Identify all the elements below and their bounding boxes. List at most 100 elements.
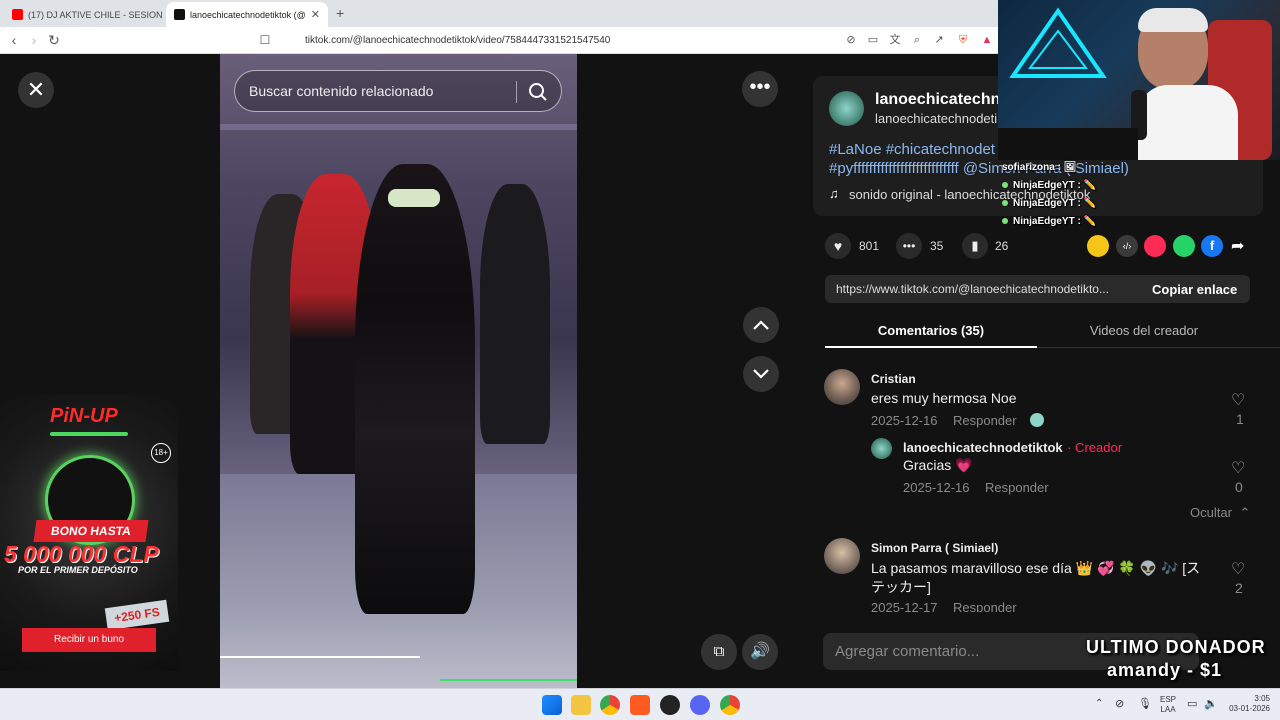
- ad-line3: POR EL PRIMER DEPÓSITO: [18, 565, 138, 575]
- brave-rewards-icon[interactable]: ▲: [980, 33, 994, 47]
- commenter-avatar[interactable]: [824, 538, 860, 574]
- commenter-name[interactable]: Cristian: [871, 372, 916, 386]
- chat-message: NinjaEdgeYT : ✏️: [1002, 216, 1096, 227]
- forward-icon[interactable]: ›: [26, 32, 42, 48]
- chrome-icon[interactable]: [600, 695, 620, 715]
- sunglasses: [388, 189, 440, 207]
- reply-header: lanoechicatechnodetiktok · Creador: [903, 439, 1122, 457]
- save-count: 26: [995, 239, 1009, 253]
- author-username[interactable]: lanoechicatechnodeti: [875, 111, 997, 126]
- share-link-text[interactable]: https://www.tiktok.com/@lanoechicatechno…: [836, 282, 1109, 296]
- ad-cta-button[interactable]: Recibir un buno: [22, 628, 156, 652]
- reply-button[interactable]: Responder: [985, 480, 1049, 495]
- comment-like-count: 0: [1235, 479, 1243, 495]
- related-search-box[interactable]: Buscar contenido relacionado: [234, 70, 562, 112]
- bookmark-icon[interactable]: ☐: [257, 32, 273, 48]
- copy-link-box: https://www.tiktok.com/@lanoechicatechno…: [825, 275, 1250, 303]
- clock[interactable]: 3:05 03-01-2026: [1224, 694, 1270, 714]
- share-arrow-icon[interactable]: ➦: [1231, 236, 1244, 256]
- tab-creator-videos[interactable]: Videos del creador: [1038, 323, 1250, 338]
- author-display-name[interactable]: lanoechicatechn: [875, 91, 1000, 109]
- commenter-name[interactable]: lanoechicatechnodetiktok: [903, 440, 1063, 455]
- close-tab-icon[interactable]: ✕: [311, 8, 320, 21]
- speaker-icon[interactable]: 🔉: [1204, 697, 1218, 710]
- close-video-button[interactable]: ✕: [18, 72, 54, 108]
- commenter-avatar[interactable]: [871, 438, 892, 459]
- reply-button[interactable]: Responder: [953, 413, 1017, 428]
- online-dot: [1002, 218, 1008, 224]
- reload-icon[interactable]: ↻: [46, 32, 62, 48]
- ad-age-badge: 18+: [151, 443, 171, 463]
- repost-icon[interactable]: [1087, 235, 1109, 257]
- volume-button[interactable]: 🔊: [742, 634, 778, 670]
- obs-icon[interactable]: [660, 695, 680, 715]
- tab-title: (17) DJ AKTIVE CHILE - SESION TEC: [28, 9, 164, 20]
- youtube-icon: [12, 9, 23, 20]
- hashtags-line[interactable]: #pyfffffffffffffffffffffffffff @Simon Pa…: [829, 160, 1129, 177]
- cast-icon[interactable]: ▭: [866, 33, 880, 47]
- ad-free-spins: +250 FS: [104, 599, 170, 631]
- hashtags-line[interactable]: #LaNoe #chicatechnodet: [829, 141, 995, 158]
- copy-link-button[interactable]: Copiar enlace: [1152, 282, 1237, 297]
- brave-shield-icon[interactable]: ⛨: [956, 33, 970, 47]
- facebook-icon[interactable]: f: [1201, 235, 1223, 257]
- chevron-down-icon: [753, 369, 769, 379]
- tab-comments[interactable]: Comentarios (35): [825, 323, 1037, 338]
- previous-video-button[interactable]: [743, 307, 779, 343]
- commenter-avatar[interactable]: [824, 369, 860, 405]
- bookmark-icon: ▮: [971, 238, 979, 253]
- url-text[interactable]: tiktok.com/@lanoechicatechnodetiktok/vid…: [305, 32, 610, 49]
- chat-message: NinjaEdgeYT : ✏️: [1002, 180, 1096, 191]
- neon-logo: [1009, 7, 1107, 78]
- comment-like-icon[interactable]: ♡: [1231, 559, 1245, 579]
- language-layout: LAA: [1160, 705, 1176, 714]
- mic-icon[interactable]: 🎙: [1138, 697, 1152, 710]
- display-icon[interactable]: ▭: [1187, 697, 1197, 710]
- browser-tab-youtube[interactable]: (17) DJ AKTIVE CHILE - SESION TEC: [4, 2, 164, 27]
- send-icon[interactable]: [1144, 235, 1166, 257]
- comment-text: eres muy hermosa Noe: [871, 390, 1017, 406]
- author-avatar[interactable]: [829, 91, 864, 126]
- embed-icon[interactable]: ‹/›: [1116, 235, 1138, 257]
- save-button[interactable]: ▮: [962, 233, 988, 259]
- language-indicator[interactable]: ESP LAA: [1160, 695, 1176, 715]
- next-video-button[interactable]: [743, 356, 779, 392]
- new-tab-button[interactable]: +: [336, 5, 344, 21]
- discord-icon[interactable]: [690, 695, 710, 715]
- file-explorer-icon[interactable]: [571, 695, 591, 715]
- search-icon[interactable]: [527, 81, 549, 103]
- language-code: ESP: [1160, 695, 1177, 704]
- casino-ad-banner[interactable]: PiN-UP 18+ BONO HASTA 5 000 000 CLP POR …: [0, 395, 178, 671]
- last-donor-value: amandy - $1: [1107, 660, 1223, 680]
- network-icon[interactable]: ⊘: [1115, 697, 1124, 710]
- whatsapp-icon[interactable]: [1173, 235, 1195, 257]
- chrome-profile-icon[interactable]: [720, 695, 740, 715]
- zoom-icon[interactable]: ⌕: [910, 33, 924, 47]
- site-info-icon[interactable]: [283, 32, 293, 48]
- back-icon[interactable]: ‹: [6, 32, 22, 48]
- pencil-icon: ✏️: [1083, 216, 1097, 227]
- search-input[interactable]: Buscar contenido relacionado: [249, 83, 433, 99]
- main-dancer: [355, 164, 475, 614]
- windows-start-icon[interactable]: [542, 695, 562, 715]
- hide-replies-button[interactable]: Ocultar ⌃: [1190, 505, 1250, 521]
- comment-like-icon[interactable]: ♡: [1231, 390, 1245, 410]
- video-progress-bar[interactable]: [220, 656, 420, 658]
- translate-icon[interactable]: 文: [888, 33, 902, 47]
- comment-button[interactable]: •••: [896, 233, 922, 259]
- volume-icon: 🔊: [750, 643, 770, 660]
- reader-icon[interactable]: ⊘: [844, 33, 858, 47]
- pencil-icon: ✏️: [1083, 198, 1097, 209]
- brave-icon[interactable]: [630, 695, 650, 715]
- browser-tab-tiktok[interactable]: lanoechicatechnodetiktok (@ ✕: [166, 2, 328, 27]
- more-options-button[interactable]: •••: [742, 71, 778, 107]
- commenter-name[interactable]: Simon Parra ( Simiael): [871, 541, 998, 555]
- share-page-icon[interactable]: ↗: [932, 33, 946, 47]
- comment-like-icon[interactable]: ♡: [1231, 458, 1245, 478]
- video-player[interactable]: [220, 54, 577, 688]
- like-button[interactable]: ♥: [825, 233, 851, 259]
- tray-chevron-icon[interactable]: ⌃: [1095, 698, 1103, 709]
- mini-player-button[interactable]: ⧉: [701, 634, 737, 670]
- ad-line1: BONO HASTA: [33, 520, 149, 542]
- add-comment-input[interactable]: Agregar comentario...: [835, 643, 979, 660]
